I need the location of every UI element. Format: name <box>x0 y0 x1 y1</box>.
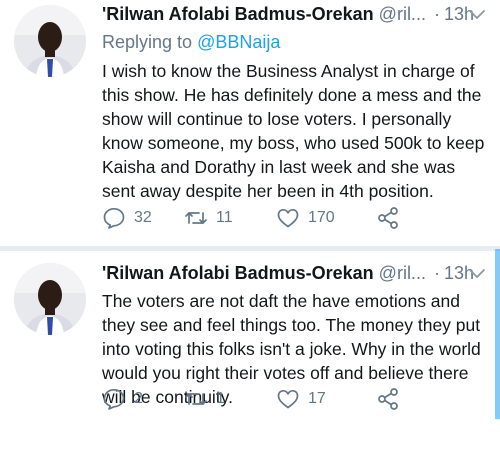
separator-dot: · <box>433 263 440 283</box>
avatar[interactable] <box>14 263 86 335</box>
tweet[interactable]: 'Rilwan Afolabi Badmus-Orekan @ril... · … <box>0 0 500 246</box>
reply-icon <box>103 207 125 229</box>
tweet-text: I wish to know the Business Analyst in c… <box>102 61 485 201</box>
share-button[interactable] <box>376 206 400 230</box>
tweet-content: 'Rilwan Afolabi Badmus-Orekan @ril... · … <box>102 4 486 203</box>
author-name[interactable]: 'Rilwan Afolabi Badmus-Orekan <box>102 263 374 284</box>
avatar[interactable] <box>14 5 86 77</box>
share-button[interactable] <box>376 387 400 411</box>
retweet-icon <box>185 212 207 224</box>
separator-dot: · <box>433 4 440 24</box>
chevron-down-icon[interactable] <box>468 8 486 22</box>
like-count: 170 <box>308 209 335 226</box>
author-handle[interactable]: @ril... <box>379 263 426 284</box>
share-icon <box>378 388 398 410</box>
author-handle[interactable]: @ril... <box>379 4 426 25</box>
like-icon <box>277 389 299 409</box>
like-button[interactable]: 170 <box>276 206 376 230</box>
author-name[interactable]: 'Rilwan Afolabi Badmus-Orekan <box>102 4 374 25</box>
tweet-thread: 'Rilwan Afolabi Badmus-Orekan @ril... · … <box>0 0 500 449</box>
tweet-actions: 2 1 17 <box>102 387 400 411</box>
tweet[interactable]: 'Rilwan Afolabi Badmus-Orekan @ril... · … <box>0 251 500 449</box>
reply-count: 32 <box>134 209 152 226</box>
reply-button[interactable]: 32 <box>102 206 184 230</box>
like-icon <box>277 208 299 228</box>
tweet-header: 'Rilwan Afolabi Badmus-Orekan @ril... · … <box>102 263 486 287</box>
like-button[interactable]: 17 <box>276 387 376 411</box>
retweet-count: 1 <box>216 390 225 407</box>
reply-count: 2 <box>134 390 143 407</box>
retweet-count: 11 <box>216 209 233 226</box>
retweet-button[interactable]: 1 <box>184 387 276 411</box>
reply-icon <box>103 388 125 410</box>
like-count: 17 <box>308 390 326 407</box>
tweet-header: 'Rilwan Afolabi Badmus-Orekan @ril... · … <box>102 4 486 28</box>
replying-to-label: Replying to <box>102 32 193 52</box>
tweet-actions: 32 11 170 <box>102 206 400 230</box>
replying-to: Replying to @BBNaija <box>102 32 486 54</box>
retweet-button[interactable]: 11 <box>184 206 276 230</box>
reply-button[interactable]: 2 <box>102 387 184 411</box>
share-icon <box>378 207 398 229</box>
reply-mention-link[interactable]: @BBNaija <box>197 32 280 52</box>
chevron-down-icon[interactable] <box>468 267 486 281</box>
retweet-icon <box>185 393 207 405</box>
